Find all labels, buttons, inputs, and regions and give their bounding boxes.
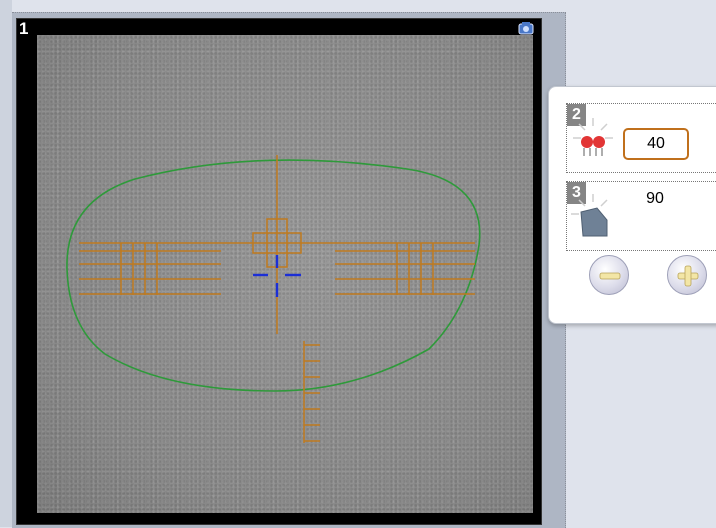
angle-row: 3 90 — [566, 181, 716, 251]
measurement-overlay — [66, 155, 481, 443]
brightness-value-input[interactable]: 40 — [623, 128, 689, 160]
minus-icon — [599, 272, 621, 280]
reticle-right-block — [335, 243, 475, 295]
reticle-bottom-scale — [303, 341, 320, 443]
brightness-row: 2 40 — [566, 103, 716, 173]
plus-icon — [677, 265, 699, 287]
view-number-label: 1 — [19, 19, 29, 38]
reticle-left-block — [79, 243, 221, 295]
camera-icon[interactable] — [517, 21, 535, 35]
angle-value[interactable]: 90 — [625, 190, 685, 208]
increase-button[interactable] — [667, 255, 707, 295]
angle-icon — [571, 194, 608, 237]
lens-outline — [66, 159, 481, 392]
decrease-button[interactable] — [589, 255, 629, 295]
camera-frame: 1 — [16, 18, 542, 525]
left-strip — [0, 0, 12, 527]
settings-panel: 2 40 3 90 — [548, 86, 716, 324]
led-brightness-icon — [573, 118, 613, 156]
